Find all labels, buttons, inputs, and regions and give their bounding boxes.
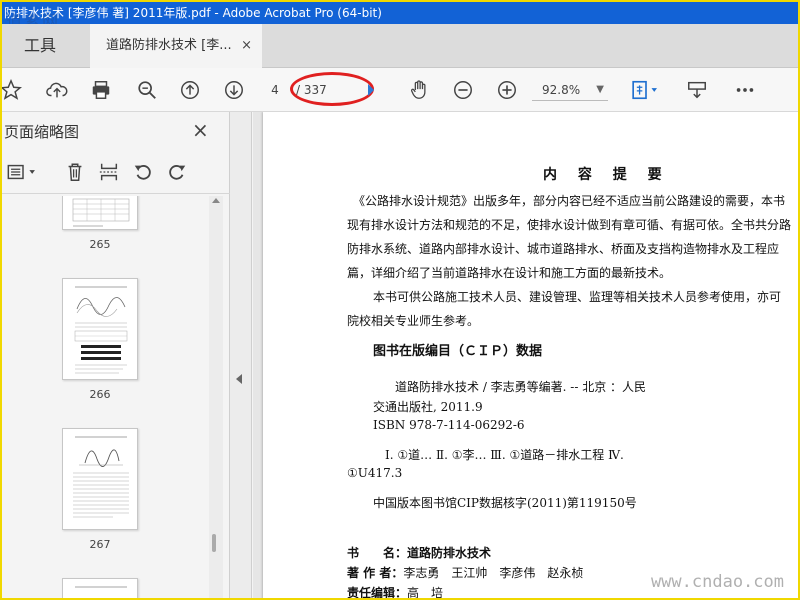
book-title-row: 书 名：道路防排水技术 xyxy=(347,544,491,561)
panel-close-icon[interactable]: × xyxy=(192,118,209,142)
hand-icon[interactable] xyxy=(406,77,432,103)
authors-value: 李志勇 王江帅 李彦伟 赵永桢 xyxy=(403,566,584,580)
thumbnail-page[interactable] xyxy=(62,196,138,230)
cip-line: Ⅰ. ①道… Ⅱ. ①李… Ⅲ. ①道路－排水工程 Ⅳ. xyxy=(385,448,624,462)
thumbnail-page[interactable] xyxy=(62,578,138,598)
zoom-value: 92.8% xyxy=(542,83,581,97)
thumbnail-options-icon[interactable] xyxy=(4,161,42,185)
summary-line: 院校相关专业师生参考。 xyxy=(347,314,480,328)
page-number-input[interactable]: 4 xyxy=(260,79,290,101)
editor-key: 责任编辑： xyxy=(347,586,408,598)
cip-line: ISBN 978-7-114-06292-6 xyxy=(373,418,525,432)
insert-page-icon[interactable] xyxy=(98,161,122,185)
tab-document[interactable]: 道路防排水技术 [李... × xyxy=(90,24,262,68)
watermark-bottom: www.cndao.com xyxy=(650,572,784,592)
summary-line: 篇，详细介绍了当前道路排水在设计和施工方面的最新技术。 xyxy=(347,266,672,280)
thumbnail-scrollbar[interactable] xyxy=(209,196,223,598)
collapse-arrow-icon[interactable] xyxy=(236,374,242,384)
rotate-left-icon[interactable] xyxy=(132,161,156,185)
fit-page-icon[interactable] xyxy=(626,77,666,103)
summary-line: 防排水系统、道路内部排水设计、城市道路排水、桥面及支挡构造物排水及工程应 xyxy=(347,242,780,256)
page-up-icon[interactable] xyxy=(177,77,203,103)
panel-collapse-bar[interactable] xyxy=(230,112,252,598)
cip-line: 交通出版社, 2011.9 xyxy=(373,400,483,414)
zoom-select[interactable]: 92.8% ▼ xyxy=(532,79,608,101)
authors-row: 著 作 者：李志勇 王江帅 李彦伟 赵永桢 xyxy=(347,564,583,581)
tab-close-icon[interactable]: × xyxy=(241,24,252,68)
pdf-page: 内 容 提 要 《公路排水设计规范》出版多年，部分内容已经不适应当前公路建设的需… xyxy=(263,112,798,598)
book-title-key: 书 名： xyxy=(347,546,408,560)
thumbnail-label: 265 xyxy=(89,238,111,251)
acrobat-window: 防排水技术 [李彦伟 著] 2011年版.pdf - Adobe Acrobat… xyxy=(2,2,798,598)
book-title-value: 道路防排水技术 xyxy=(407,546,492,560)
page-down-icon[interactable] xyxy=(221,77,247,103)
editor-value: 高 培 xyxy=(407,586,444,598)
cip-number: 中国版本图书馆CIP数据核字(2011)第119150号 xyxy=(373,496,637,510)
document-view[interactable]: 内 容 提 要 《公路排水设计规范》出版多年，部分内容已经不适应当前公路建设的需… xyxy=(253,112,798,598)
authors-key: 著 作 者： xyxy=(347,566,404,580)
print-icon[interactable] xyxy=(88,77,114,103)
tab-document-label: 道路防排水技术 [李... xyxy=(106,38,232,53)
editor-row: 责任编辑：高 培 xyxy=(347,584,443,598)
thumbnail-label: 266 xyxy=(89,388,111,401)
title-bar: 防排水技术 [李彦伟 著] 2011年版.pdf - Adobe Acrobat… xyxy=(2,2,798,24)
zoom-in-icon[interactable] xyxy=(494,77,520,103)
cip-line: 道路防排水技术 / 李志勇等编著. -- 北京 ：人民 xyxy=(395,380,647,394)
scroll-up-icon[interactable] xyxy=(212,198,220,203)
thumbnail-page[interactable] xyxy=(62,428,138,530)
thumbnail-list: 265 266 267 xyxy=(2,196,208,598)
rotate-right-icon[interactable] xyxy=(166,161,190,185)
summary-heading: 内 容 提 要 xyxy=(543,167,670,183)
comment-tool-icon[interactable] xyxy=(684,77,710,103)
star-icon[interactable] xyxy=(2,77,24,103)
panel-toolbar xyxy=(2,150,230,194)
thumbnail-page[interactable] xyxy=(62,278,138,380)
cloud-upload-icon[interactable] xyxy=(44,77,70,103)
cip-line: ①U417.3 xyxy=(347,466,403,480)
tab-tools[interactable]: 工具 xyxy=(2,24,78,68)
chevron-down-icon: ▼ xyxy=(596,84,604,95)
summary-line: 现有排水设计方法和规范的不足，使排水设计做到有章可循、有据可依。全书共分路 xyxy=(347,218,792,232)
thumbnails-panel: 页面缩略图 × 265 266 267 xyxy=(2,112,230,598)
zoom-search-icon[interactable] xyxy=(134,77,160,103)
page-nav-arrow-icon[interactable] xyxy=(368,84,374,96)
summary-line: 《公路排水设计规范》出版多年，部分内容已经不适应当前公路建设的需要，本书 xyxy=(353,194,786,208)
highlight-annotation xyxy=(290,72,374,106)
scrollbar-thumb[interactable] xyxy=(212,534,216,552)
summary-line: 本书可供公路施工技术人员、建设管理、监理等相关技术人员参考使用，亦可 xyxy=(373,290,782,304)
main-toolbar: 4 / 337 92.8% ▼ xyxy=(2,68,798,112)
zoom-out-icon[interactable] xyxy=(450,77,476,103)
tab-bar: 工具 道路防排水技术 [李... × xyxy=(2,24,798,68)
cip-heading: 图书在版编目（ＣＩＰ）数据 xyxy=(373,344,543,359)
delete-page-icon[interactable] xyxy=(64,161,88,185)
thumbnail-label: 267 xyxy=(89,538,111,551)
more-icon[interactable] xyxy=(732,77,758,103)
panel-title: 页面缩略图 xyxy=(4,123,80,141)
window-title: 防排水技术 [李彦伟 著] 2011年版.pdf - Adobe Acrobat… xyxy=(4,6,382,20)
